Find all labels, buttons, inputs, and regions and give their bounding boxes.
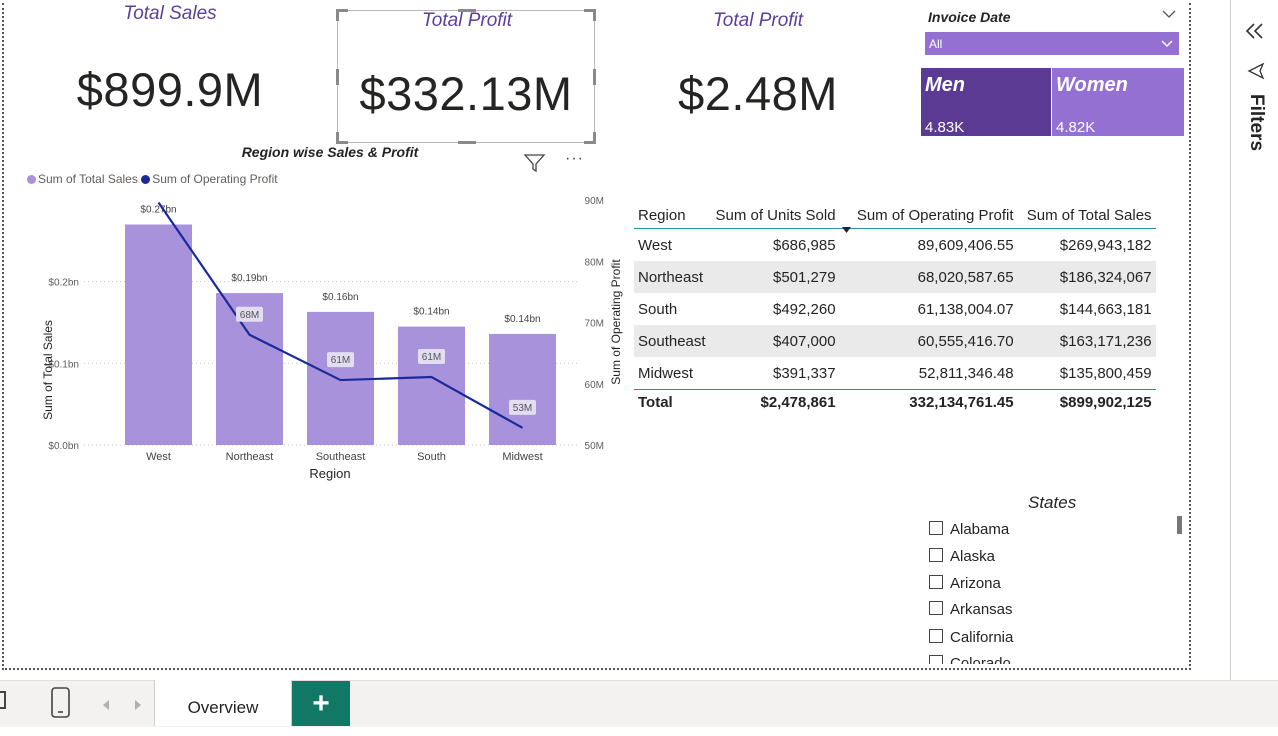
prev-page-icon[interactable] [101, 699, 111, 711]
matrix-header-sorted[interactable]: Sum of Operating Profit [839, 202, 1018, 233]
dropdown-value: All [929, 37, 943, 51]
y2-tick-label: 80M [585, 257, 604, 268]
table-row[interactable]: Midwest $391,337 52,811,346.48 $135,800,459 [634, 357, 1156, 390]
treemap-tile-northeast[interactable]: Northeast [455, 496, 570, 663]
chart-title: Region wise Sales & Profit [241, 144, 419, 160]
states-scrollbar[interactable] [1177, 516, 1182, 534]
treemap-tile-amazon[interactable]: Amazon [8, 496, 110, 580]
gender-value: 4.83K [925, 119, 965, 136]
table-row[interactable]: Northeast $501,279 68,020,587.65 $186,324,0… [634, 261, 1156, 293]
state-checkbox-item[interactable]: California [929, 629, 1013, 646]
bar-data-label: $0.27bn [140, 205, 176, 216]
add-page-button[interactable]: + [292, 681, 350, 726]
treemap-tile-west[interactable]: West [797, 496, 912, 663]
state-checkbox-item[interactable]: Alaska [929, 548, 995, 565]
legend-item-sales[interactable]: Sum of Total Sales [27, 172, 138, 186]
treemap-tile-sports-direct[interactable]: Sports Direct [109, 579, 211, 663]
table-total-row: Total $2,478,861 332,134,761.45 $899,902,12… [634, 389, 1156, 414]
matrix-header[interactable]: Sum of Total Sales [1017, 202, 1156, 229]
combo-chart[interactable]: $0.0bn$0.1bn$0.2bn50M60M70M80M90MSum of … [0, 190, 640, 490]
y2-tick-label: 90M [585, 196, 604, 207]
gender-label: Women [1056, 74, 1128, 96]
matrix-header[interactable]: Sum of Units Sold [709, 202, 840, 229]
bar-data-label: $0.16bn [322, 292, 358, 303]
y2-axis-title: Sum of Operating Profit [609, 259, 623, 385]
x-tick-label: Southeast [316, 451, 366, 463]
y2-tick-label: 70M [585, 319, 604, 330]
slicer-collapse-chevron-icon[interactable] [1162, 9, 1176, 19]
line-data-label: 68M [240, 310, 259, 321]
legend-item-profit[interactable]: Sum of Operating Profit [141, 172, 278, 186]
x-axis-title: Region [309, 466, 350, 481]
invoice-date-slicer-title: Invoice Date [928, 9, 1011, 25]
bar [489, 333, 556, 445]
next-page-icon[interactable] [133, 699, 143, 711]
collapse-double-chevron-icon[interactable] [1245, 22, 1265, 40]
bar-data-label: $0.14bn [413, 307, 449, 318]
mobile-layout-icon[interactable] [50, 686, 72, 720]
treemap-tile-west-gear[interactable]: West Gear [210, 579, 313, 663]
y-tick-label: $0.2bn [48, 278, 79, 289]
state-checkbox-item[interactable]: Colorado [929, 655, 1011, 664]
y2-tick-label: 50M [585, 441, 604, 452]
states-slicer-title: States [1028, 493, 1077, 512]
treemap-tile-walmart[interactable]: Walmart [210, 496, 313, 580]
filter-icon[interactable] [523, 153, 547, 173]
invoice-date-dropdown[interactable]: All [925, 32, 1179, 55]
matrix-header[interactable]: Region [634, 202, 710, 229]
chevron-down-icon [1161, 40, 1173, 48]
checkbox-icon [929, 575, 943, 589]
tab-overview[interactable]: Overview [154, 680, 292, 726]
card-value-units: $2.48M [678, 67, 838, 120]
bar-data-label: $0.14bn [504, 314, 540, 325]
filters-pane: Filters [1230, 0, 1278, 680]
checkbox-icon [929, 601, 943, 615]
gender-value: 4.82K [1056, 119, 1096, 136]
gender-tile-women[interactable]: Women 4.82K [1052, 68, 1184, 136]
state-checkbox-item[interactable]: Arizona [929, 575, 1001, 592]
y-axis-title: Sum of Total Sales [41, 320, 55, 420]
line-data-label: 61M [422, 352, 441, 363]
bar [398, 326, 465, 445]
card-title-total-profit: Total Profit [421, 10, 513, 31]
treemap-tile-midwest[interactable]: Midwest [341, 496, 456, 663]
state-checkbox-item[interactable]: Alabama [929, 521, 1009, 538]
treemap-tile-foot-locker[interactable]: Foot Locker [8, 579, 110, 663]
x-tick-label: Northeast [226, 451, 274, 463]
x-tick-label: Midwest [502, 451, 542, 463]
state-checkbox-item[interactable]: Arkansas [929, 601, 1013, 618]
table-row[interactable]: Southeast $407,000 60,555,416.70 $163,171,2… [634, 325, 1156, 357]
card-title-total-sales: Total Sales [123, 3, 217, 24]
treemap-tile-south[interactable]: South [569, 496, 684, 663]
checkbox-icon [929, 629, 943, 643]
gender-label: Men [925, 74, 965, 96]
checkbox-icon [929, 548, 943, 562]
y-tick-label: $0.0bn [48, 441, 79, 452]
table-row[interactable]: West $686,985 89,609,406.55 $269,943,182 [634, 229, 1156, 262]
line-data-label: 53M [513, 403, 532, 414]
sort-descending-icon [841, 227, 851, 233]
more-options-icon[interactable]: ··· [565, 150, 584, 168]
card-value-total-profit: $332.13M [359, 67, 573, 120]
filters-label[interactable]: Filters [1243, 94, 1267, 164]
x-tick-label: South [417, 451, 446, 463]
x-tick-label: West [146, 451, 171, 463]
bar [125, 224, 192, 445]
card-title-total-profit-2: Total Profit [712, 10, 804, 31]
fit-page-icon[interactable] [0, 691, 6, 709]
card-value-total-sales: $899.9M [76, 63, 264, 116]
chart-legend: Sum of Total Sales Sum of Operating Prof… [27, 172, 278, 186]
line-data-label: 61M [331, 355, 350, 366]
treemap-tile-kohls[interactable]: Kohl's [109, 496, 211, 580]
states-list: Alabama Alaska Arizona Arkansas Californ… [925, 516, 1175, 664]
gender-tile-men[interactable]: Men 4.83K [921, 68, 1051, 136]
filter-funnel-icon [1247, 62, 1265, 80]
checkbox-icon [929, 655, 943, 664]
region-matrix: Region Sum of Units Sold Sum of Operatin… [634, 202, 1156, 414]
treemap-tile-southeast[interactable]: Southeast [683, 496, 798, 663]
table-row[interactable]: South $492,260 61,138,004.07 $144,663,181 [634, 293, 1156, 325]
checkbox-icon [929, 521, 943, 535]
y2-tick-label: 60M [585, 380, 604, 391]
bar-data-label: $0.19bn [231, 273, 267, 284]
